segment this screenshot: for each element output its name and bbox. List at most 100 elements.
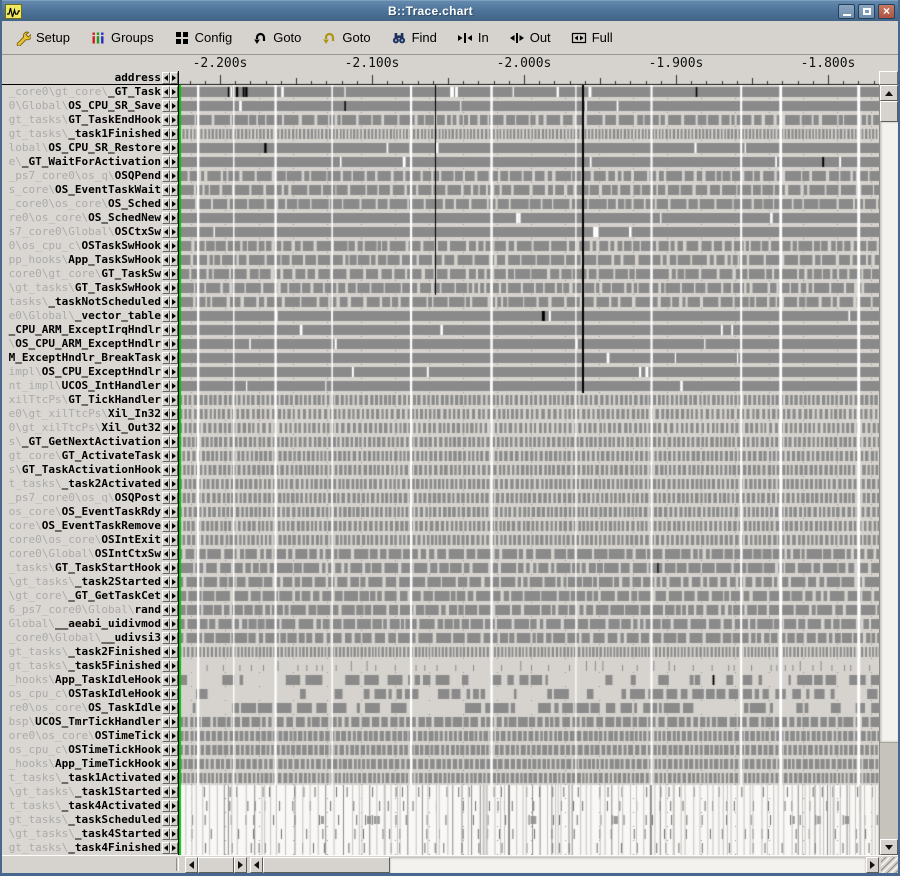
row-grow-button[interactable] — [170, 226, 178, 238]
row-grow-button[interactable] — [170, 422, 178, 434]
row-shrink-button[interactable] — [162, 240, 170, 252]
row-grow-button[interactable] — [170, 366, 178, 378]
trace-row[interactable]: os_cpu_c\OSTaskIdleHook — [2, 687, 178, 701]
trace-row[interactable]: gt_tasks\_task5Finished — [2, 659, 178, 673]
row-shrink-button[interactable] — [162, 744, 170, 756]
row-grow-button[interactable] — [170, 492, 178, 504]
vertical-scroll-thumb[interactable] — [880, 101, 898, 122]
row-shrink-button[interactable] — [162, 450, 170, 462]
trace-row[interactable]: e0\Global\_vector_table — [2, 309, 178, 323]
trace-row[interactable]: gt_core\GT_ActivateTask — [2, 449, 178, 463]
row-grow-button[interactable] — [170, 100, 178, 112]
find-button[interactable]: Find — [384, 26, 444, 50]
row-grow-button[interactable] — [170, 408, 178, 420]
row-shrink-button[interactable] — [162, 632, 170, 644]
time-scroll-track[interactable] — [390, 857, 866, 873]
row-grow-button[interactable] — [170, 702, 178, 714]
trace-row[interactable]: s\_GT_GetNextActivation — [2, 435, 178, 449]
row-shrink-button[interactable] — [162, 464, 170, 476]
row-grow-button[interactable] — [170, 590, 178, 602]
trace-row[interactable]: re0\os_core\OS_SchedNew — [2, 211, 178, 225]
row-shrink-button[interactable] — [162, 562, 170, 574]
trace-row[interactable]: _hooks\App_TaskIdleHook — [2, 673, 178, 687]
row-shrink-button[interactable] — [162, 590, 170, 602]
row-grow-button[interactable] — [170, 338, 178, 350]
row-shrink-button[interactable] — [162, 142, 170, 154]
time-scroll-right-button[interactable] — [866, 857, 879, 873]
vertical-scroll-track-lower[interactable] — [880, 742, 898, 839]
trace-row[interactable]: core0\gt_core\GT_TaskSw — [2, 267, 178, 281]
trace-row[interactable]: 6_ps7_core0\Global\rand — [2, 603, 178, 617]
row-grow-button[interactable] — [170, 520, 178, 532]
row-grow-button[interactable] — [170, 730, 178, 742]
row-shrink-button[interactable] — [162, 338, 170, 350]
trace-row[interactable]: re0\os_core\OS_TaskIdle — [2, 701, 178, 715]
names-scroll-thumb[interactable] — [198, 857, 234, 873]
row-grow-button[interactable] — [170, 688, 178, 700]
row-shrink-button[interactable] — [162, 170, 170, 182]
row-grow-button[interactable] — [170, 716, 178, 728]
trace-row[interactable]: tasks\_taskNotScheduled — [2, 295, 178, 309]
row-grow-button[interactable] — [170, 128, 178, 140]
row-shrink-button[interactable] — [162, 436, 170, 448]
row-shrink-button[interactable] — [162, 198, 170, 210]
trace-row[interactable]: os_core\OS_EventTaskRdy — [2, 505, 178, 519]
row-grow-button[interactable] — [170, 478, 178, 490]
trace-row[interactable]: \gt_tasks\_task4Started — [2, 827, 178, 841]
row-shrink-button[interactable] — [162, 786, 170, 798]
groups-button[interactable]: Groups — [83, 26, 161, 50]
column-shrink-button[interactable] — [162, 72, 170, 84]
scroll-up-button[interactable] — [880, 85, 898, 101]
zoom-in-button[interactable]: In — [450, 26, 496, 50]
zoom-out-button[interactable]: Out — [502, 26, 558, 50]
row-shrink-button[interactable] — [162, 114, 170, 126]
row-grow-button[interactable] — [170, 156, 178, 168]
row-shrink-button[interactable] — [162, 282, 170, 294]
trace-row[interactable]: e0\gt_xilTtcPs\Xil_In32 — [2, 407, 178, 421]
row-shrink-button[interactable] — [162, 646, 170, 658]
row-grow-button[interactable] — [170, 814, 178, 826]
row-shrink-button[interactable] — [162, 716, 170, 728]
row-shrink-button[interactable] — [162, 478, 170, 490]
row-grow-button[interactable] — [170, 632, 178, 644]
row-shrink-button[interactable] — [162, 86, 170, 98]
names-scroll-right-button[interactable] — [234, 857, 247, 873]
row-shrink-button[interactable] — [162, 520, 170, 532]
row-grow-button[interactable] — [170, 310, 178, 322]
trace-chart-canvas[interactable] — [179, 85, 879, 855]
row-grow-button[interactable] — [170, 268, 178, 280]
row-grow-button[interactable] — [170, 170, 178, 182]
row-grow-button[interactable] — [170, 394, 178, 406]
trace-row[interactable]: _ps7_core0\os_q\OSQPend — [2, 169, 178, 183]
row-grow-button[interactable] — [170, 436, 178, 448]
trace-row[interactable]: gt_tasks\_task4Finished — [2, 841, 178, 855]
trace-row[interactable]: os_cpu_c\OSTimeTickHook — [2, 743, 178, 757]
row-grow-button[interactable] — [170, 296, 178, 308]
trace-row[interactable]: core0\Global\OSIntCtxSw — [2, 547, 178, 561]
row-grow-button[interactable] — [170, 646, 178, 658]
trace-row[interactable]: M_ExceptHndlr_BreakTask — [2, 351, 178, 365]
row-shrink-button[interactable] — [162, 254, 170, 266]
row-shrink-button[interactable] — [162, 548, 170, 560]
trace-row[interactable]: gt_tasks\_task1Finished — [2, 127, 178, 141]
trace-row[interactable]: _core0\os_core\OS_Sched — [2, 197, 178, 211]
row-grow-button[interactable] — [170, 828, 178, 840]
row-grow-button[interactable] — [170, 842, 178, 854]
trace-row[interactable]: gt_tasks\_task2Finished — [2, 645, 178, 659]
trace-row[interactable]: 0\Global\OS_CPU_SR_Save — [2, 99, 178, 113]
time-scroll-left-button[interactable] — [250, 857, 263, 873]
close-button[interactable]: × — [878, 4, 895, 19]
row-shrink-button[interactable] — [162, 772, 170, 784]
trace-row[interactable]: lobal\OS_CPU_SR_Restore — [2, 141, 178, 155]
setup-button[interactable]: Setup — [8, 26, 77, 50]
row-shrink-button[interactable] — [162, 618, 170, 630]
row-grow-button[interactable] — [170, 772, 178, 784]
goto-button[interactable]: Goto — [245, 26, 308, 50]
row-grow-button[interactable] — [170, 212, 178, 224]
row-grow-button[interactable] — [170, 450, 178, 462]
trace-row[interactable]: gt_tasks\_taskScheduled — [2, 813, 178, 827]
trace-row[interactable]: pp_hooks\App_TaskSwHook — [2, 253, 178, 267]
time-scrollbar[interactable] — [250, 857, 879, 873]
row-grow-button[interactable] — [170, 464, 178, 476]
row-shrink-button[interactable] — [162, 506, 170, 518]
